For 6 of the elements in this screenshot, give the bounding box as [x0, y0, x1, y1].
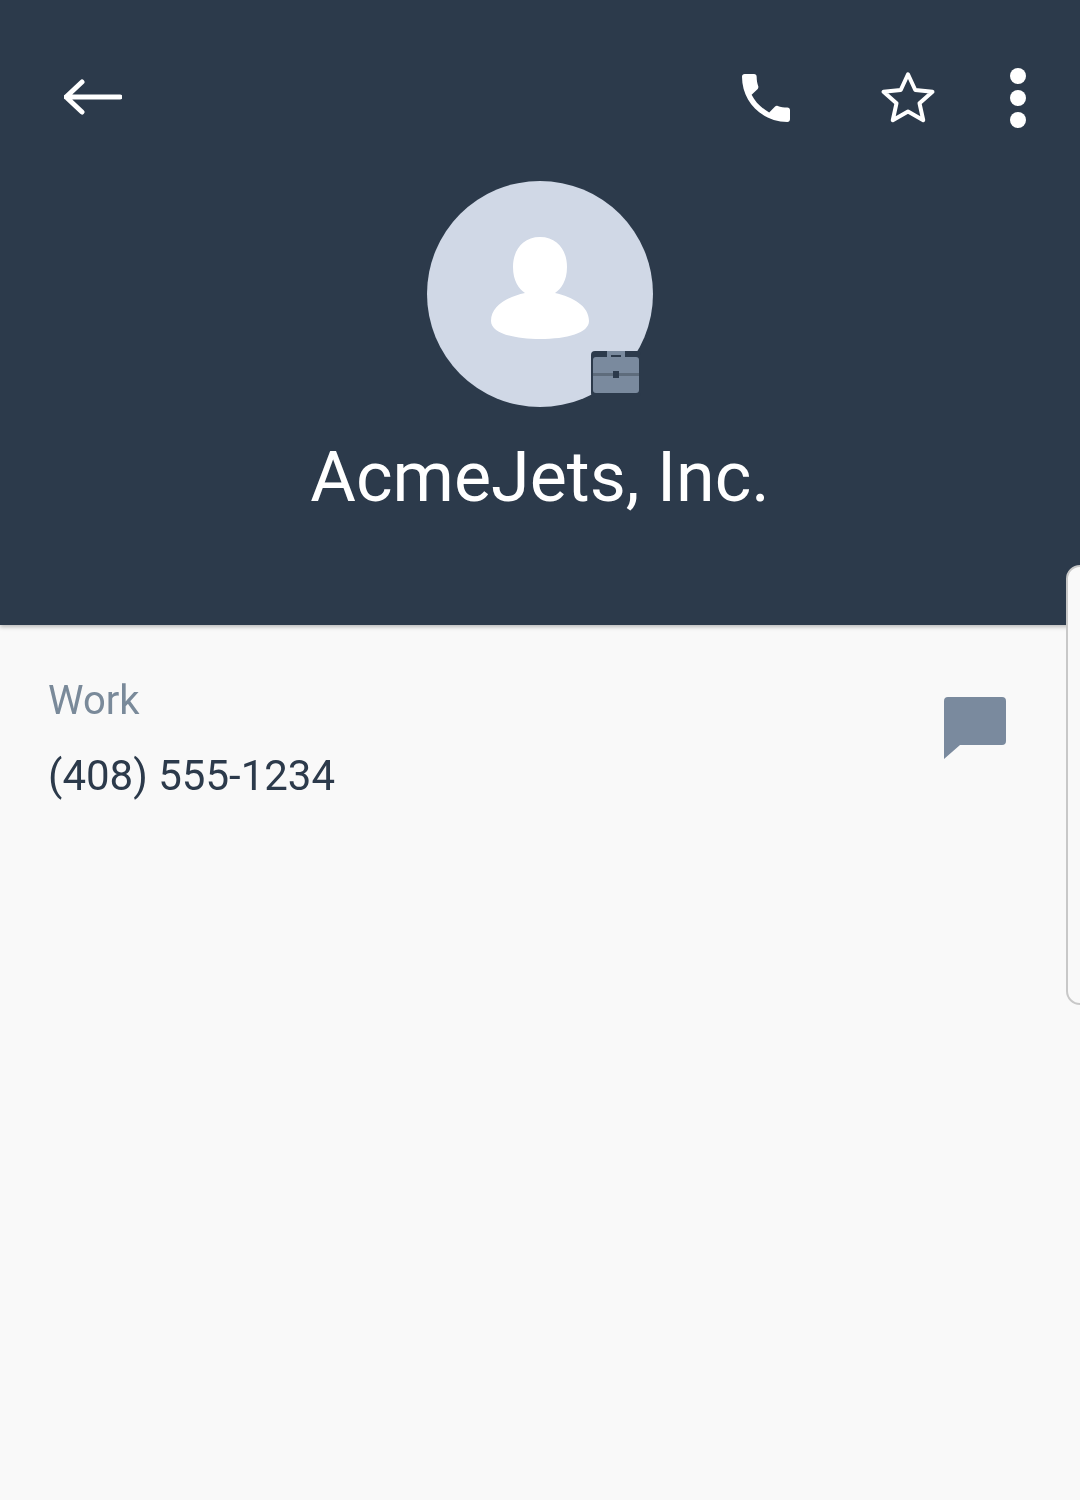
- message-button[interactable]: [944, 697, 1006, 759]
- back-arrow-icon[interactable]: [64, 79, 122, 115]
- contact-name: AcmeJets, Inc.: [310, 435, 770, 519]
- phone-number[interactable]: (408) 555-1234: [48, 751, 336, 801]
- phone-label: Work: [48, 677, 140, 725]
- more-vertical-icon[interactable]: [1009, 67, 1027, 129]
